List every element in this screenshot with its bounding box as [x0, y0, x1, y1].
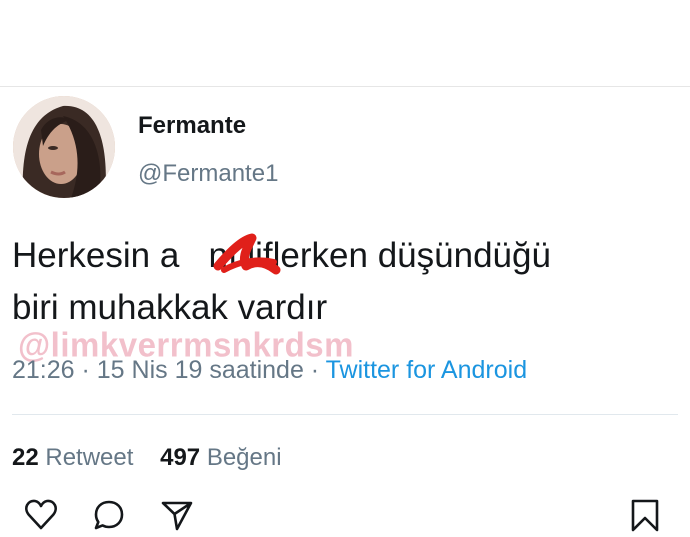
like-count: 497	[160, 444, 201, 471]
bookmark-icon[interactable]	[628, 498, 662, 532]
comment-icon[interactable]	[92, 498, 126, 532]
tweet-timestamp[interactable]: 21:26 · 15 Nis 19 saatinde	[12, 356, 304, 384]
action-bar	[0, 490, 690, 537]
retweet-count: 22	[12, 444, 39, 471]
retweet-stat[interactable]: 22 Retweet	[12, 444, 133, 471]
tweet-meta: 21:26 · 15 Nis 19 saatinde · Twitter for…	[12, 356, 527, 385]
like-stat[interactable]: 497 Beğeni	[160, 444, 281, 471]
user-handle[interactable]: @Fermante1	[138, 160, 278, 188]
tweet-source-link[interactable]: Twitter for Android	[326, 356, 527, 384]
stats-divider	[12, 414, 678, 415]
tweet-text-line-1: Herkesin a nı liflerken düşündüğü	[12, 236, 551, 275]
meta-separator: ·	[303, 356, 326, 384]
retweet-label: Retweet	[45, 444, 134, 471]
tweet-stats: 22 Retweet 497 Beğeni	[12, 444, 282, 472]
tweet-text-line-2: biri muhakkak vardır	[12, 288, 328, 327]
top-blank-area	[0, 0, 690, 86]
display-name[interactable]: Fermante	[138, 112, 246, 140]
avatar-photo	[13, 96, 115, 198]
heart-icon[interactable]	[24, 498, 58, 532]
like-label: Beğeni	[206, 444, 282, 471]
tweet-text: Herkesin a nı liflerken düşündüğü biri m…	[12, 230, 684, 334]
share-icon[interactable]	[160, 498, 194, 532]
avatar[interactable]	[13, 96, 115, 198]
